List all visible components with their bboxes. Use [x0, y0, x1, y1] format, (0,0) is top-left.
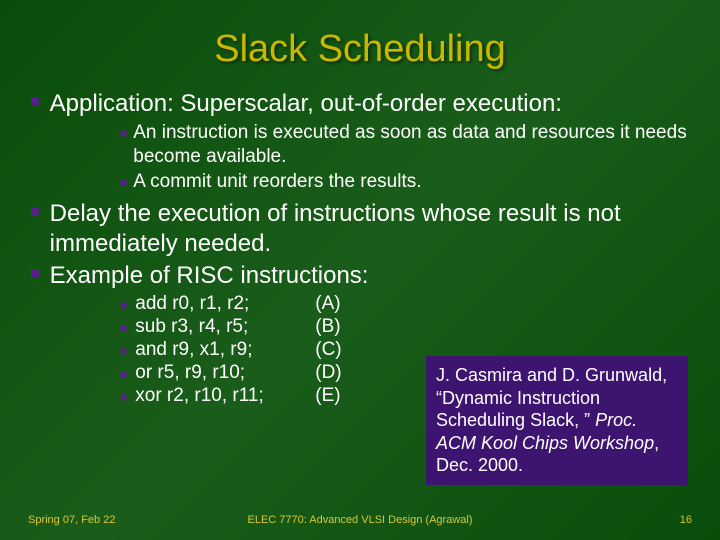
sub-bullet: ■ An instruction is executed as soon as … [120, 121, 690, 169]
bullet-icon: ■ [120, 175, 127, 189]
sub-bullet-text: A commit unit reorders the results. [133, 170, 421, 194]
bullet-icon: ■ [120, 390, 127, 404]
instruction-text: add r0, r1, r2; [135, 293, 315, 315]
instruction-text: sub r3, r4, r5; [135, 316, 315, 338]
citation-box: J. Casmira and D. Grunwald, “Dynamic Ins… [426, 356, 688, 485]
sub-bullet: ■ A commit unit reorders the results. [120, 170, 690, 194]
instruction-text: or r5, r9, r10; [135, 362, 315, 384]
footer-page-number: 16 [526, 514, 692, 526]
instruction-label: (E) [315, 385, 365, 407]
bullet-1-sublist: ■ An instruction is executed as soon as … [120, 121, 690, 193]
bullet-icon: ■ [30, 203, 40, 221]
bullet-1-text: Application: Superscalar, out-of-order e… [50, 89, 562, 119]
instruction-row: ■ sub r3, r4, r5; (B) [120, 316, 690, 338]
footer-course: ELEC 7770: Advanced VLSI Design (Agrawal… [194, 514, 526, 526]
slide-title: Slack Scheduling [0, 0, 720, 89]
bullet-2-text: Delay the execution of instructions whos… [50, 199, 690, 259]
bullet-icon: ■ [120, 126, 127, 140]
bullet-icon: ■ [120, 321, 127, 335]
sub-bullet-text: An instruction is executed as soon as da… [133, 121, 690, 169]
footer-date: Spring 07, Feb 22 [28, 514, 194, 526]
slide-footer: Spring 07, Feb 22 ELEC 7770: Advanced VL… [0, 514, 720, 526]
bullet-2: ■ Delay the execution of instructions wh… [30, 199, 690, 259]
instruction-text: xor r2, r10, r11; [135, 385, 315, 407]
instruction-label: (B) [315, 316, 365, 338]
bullet-3: ■ Example of RISC instructions: [30, 261, 690, 291]
bullet-icon: ■ [30, 265, 40, 283]
instruction-label: (D) [315, 362, 365, 384]
bullet-1: ■ Application: Superscalar, out-of-order… [30, 89, 690, 119]
bullet-icon: ■ [30, 93, 40, 111]
instruction-label: (C) [315, 339, 365, 361]
instruction-text: and r9, x1, r9; [135, 339, 315, 361]
bullet-icon: ■ [120, 298, 127, 312]
bullet-icon: ■ [120, 344, 127, 358]
bullet-icon: ■ [120, 367, 127, 381]
bullet-3-text: Example of RISC instructions: [50, 261, 369, 291]
instruction-label: (A) [315, 293, 365, 315]
instruction-row: ■ add r0, r1, r2; (A) [120, 293, 690, 315]
